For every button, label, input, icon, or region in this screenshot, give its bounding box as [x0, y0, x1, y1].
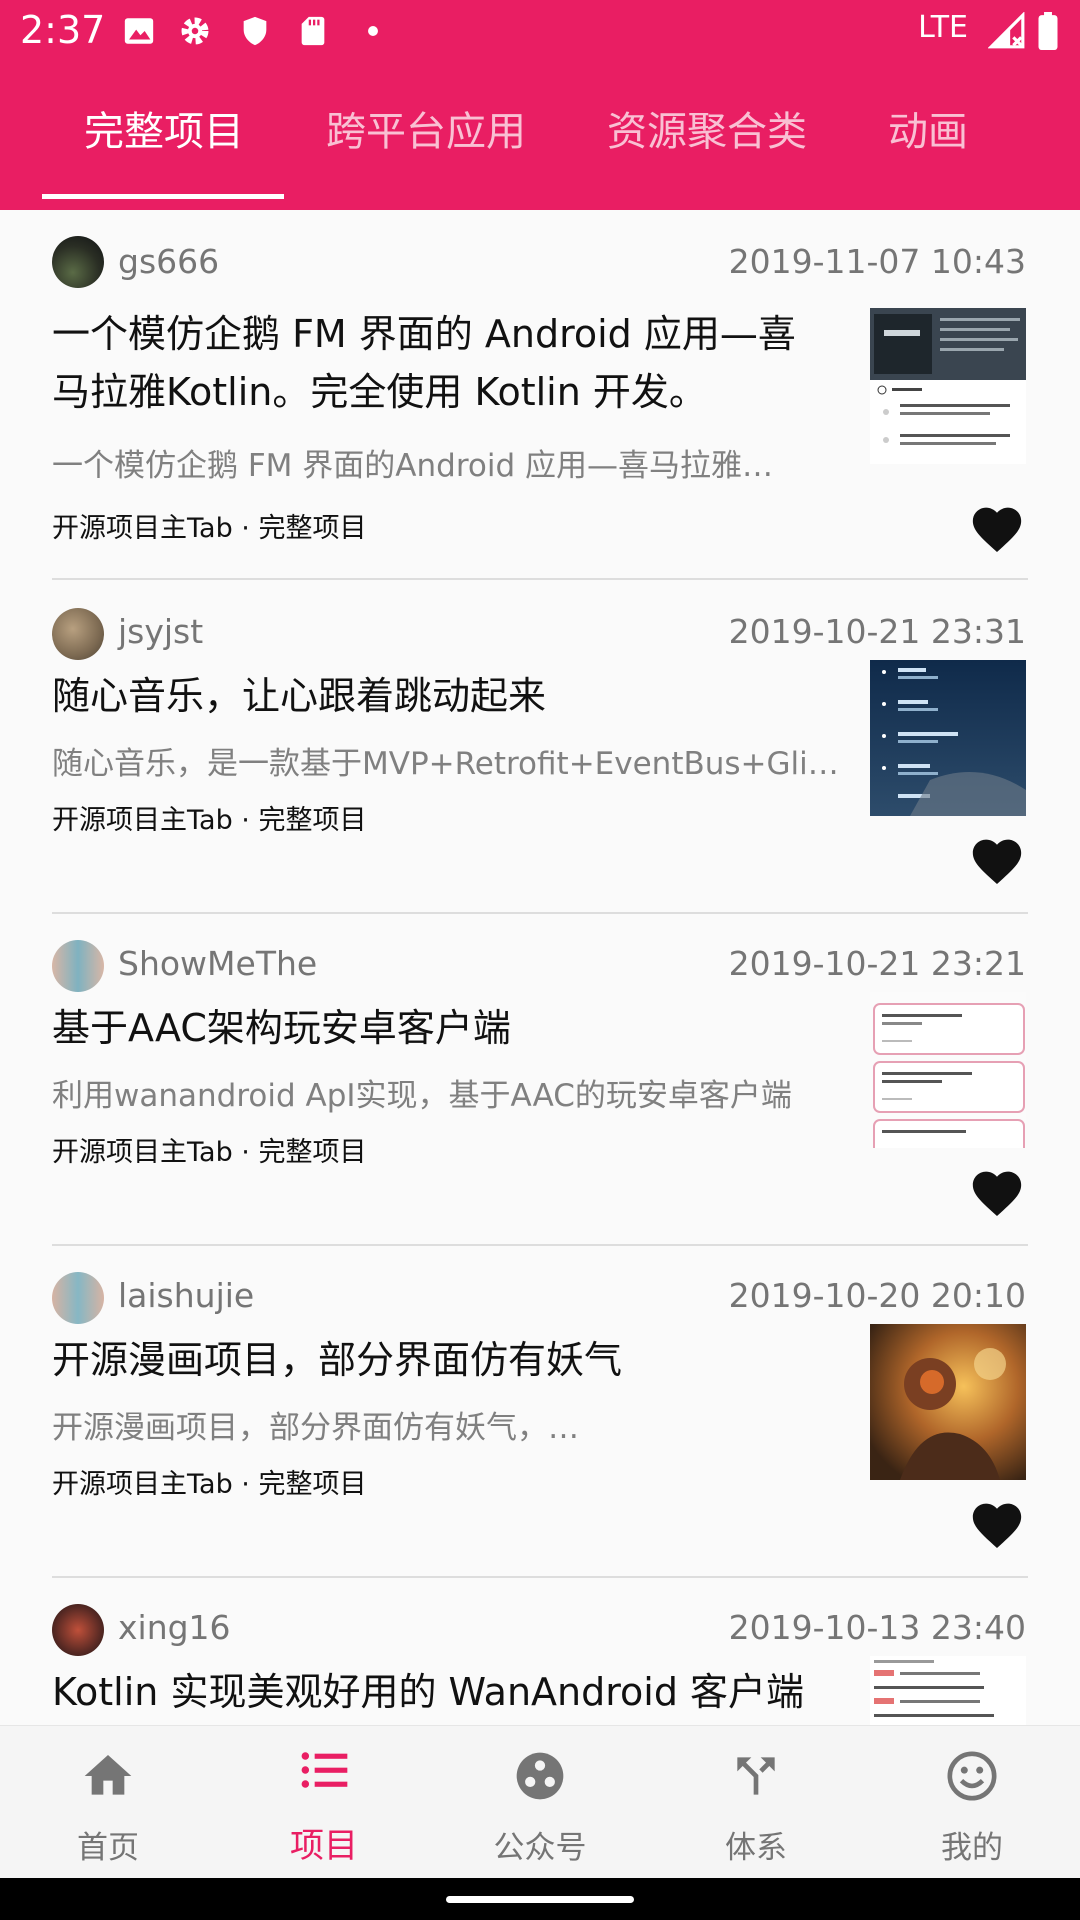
- tab-resource-aggregation[interactable]: 资源聚合类: [607, 102, 807, 162]
- dot-icon: [368, 26, 378, 36]
- group-icon: [516, 1752, 564, 1800]
- item-description: 一个模仿企鹅 FM 界面的Android 应用—喜马拉雅…: [52, 448, 773, 484]
- status-bar: 2:37 LTE: [0, 0, 1080, 62]
- shield-icon: [243, 16, 267, 46]
- item-description: 开源漫画项目，部分界面仿有妖气，…: [52, 1410, 579, 1446]
- author-name[interactable]: jsyjst: [118, 612, 203, 651]
- avatar: [52, 236, 104, 288]
- author-name[interactable]: gs666: [118, 242, 219, 281]
- tab-cross-platform[interactable]: 跨平台应用: [326, 102, 526, 162]
- nav-projects[interactable]: 项目: [216, 1726, 432, 1879]
- battery-icon: [1038, 12, 1058, 50]
- avatar: [52, 1604, 104, 1656]
- network-type: LTE: [918, 10, 968, 45]
- list-icon: [301, 1752, 348, 1788]
- author-name[interactable]: laishujie: [118, 1276, 254, 1315]
- publish-date: 2019-11-07 10:43: [728, 242, 1026, 281]
- nav-official-accounts[interactable]: 公众号: [432, 1726, 648, 1879]
- nav-mine[interactable]: 我的: [864, 1726, 1080, 1879]
- status-time: 2:37: [20, 8, 106, 52]
- item-chapter[interactable]: 开源项目主Tab · 完整项目: [52, 798, 366, 837]
- item-description: 随心音乐，是一款基于MVP+Retrofit+EventBus+Gli…: [52, 746, 839, 782]
- project-list[interactable]: gs666 2019-11-07 10:43 一个模仿企鹅 FM 界面的 And…: [0, 210, 1080, 1725]
- project-thumbnail: [870, 992, 1026, 1148]
- project-thumbnail: [870, 1656, 1026, 1725]
- nav-label: 我的: [941, 1830, 1003, 1866]
- item-title: 基于AAC架构玩安卓客户端: [52, 1006, 511, 1050]
- item-chapter[interactable]: 开源项目主Tab · 完整项目: [52, 1462, 366, 1501]
- settings-icon: [181, 17, 209, 45]
- project-thumbnail: [870, 308, 1026, 464]
- list-item[interactable]: gs666 2019-11-07 10:43 一个模仿企鹅 FM 界面的 And…: [0, 210, 1080, 580]
- project-thumbnail: [870, 1324, 1026, 1480]
- nav-system[interactable]: 体系: [648, 1726, 864, 1879]
- item-title: 一个模仿企鹅 FM 界面的 Android 应用—喜马拉雅Kotlin。完全使用…: [52, 312, 796, 414]
- item-chapter[interactable]: 开源项目主Tab · 完整项目: [52, 506, 366, 545]
- tab-bar: 完整项目 跨平台应用 资源聚合类 动画: [0, 62, 1080, 210]
- list-item[interactable]: jsyjst 2019-10-21 23:31 随心音乐，让心跟着跳动起来 随心…: [0, 582, 1080, 914]
- signal-icon: [988, 12, 1025, 49]
- item-description: 利用wanandroid ApI实现，基于AAC的玩安卓客户端: [52, 1078, 792, 1114]
- publish-date: 2019-10-21 23:31: [728, 612, 1026, 651]
- avatar: [52, 1272, 104, 1324]
- project-thumbnail: [870, 660, 1026, 816]
- tab-complete-projects[interactable]: 完整项目: [84, 102, 244, 162]
- nav-label: 体系: [725, 1830, 787, 1866]
- favorite-heart-icon[interactable]: [968, 500, 1026, 554]
- nav-label: 首页: [77, 1830, 139, 1866]
- item-title: Kotlin 实现美观好用的 WanAndroid 客户端: [52, 1670, 805, 1714]
- image-icon: [124, 18, 154, 44]
- home-icon: [84, 1755, 132, 1795]
- publish-date: 2019-10-13 23:40: [728, 1608, 1026, 1647]
- tab-animation[interactable]: 动画: [888, 102, 968, 162]
- avatar: [52, 940, 104, 992]
- sd-card-icon: [301, 16, 325, 46]
- avatar: [52, 608, 104, 660]
- publish-date: 2019-10-21 23:21: [728, 944, 1026, 983]
- smiley-icon: [947, 1751, 997, 1801]
- favorite-heart-icon[interactable]: [968, 1164, 1026, 1218]
- item-title: 开源漫画项目，部分界面仿有妖气: [52, 1338, 623, 1382]
- item-divider: [52, 578, 1028, 580]
- publish-date: 2019-10-20 20:10: [728, 1276, 1026, 1315]
- list-item[interactable]: xing16 2019-10-13 23:40 Kotlin 实现美观好用的 W…: [0, 1578, 1080, 1725]
- author-name[interactable]: xing16: [118, 1608, 231, 1647]
- item-title: 随心音乐，让心跟着跳动起来: [52, 674, 547, 718]
- author-name[interactable]: ShowMeThe: [118, 944, 317, 983]
- nav-label: 项目: [290, 1826, 358, 1866]
- list-item[interactable]: laishujie 2019-10-20 20:10 开源漫画项目，部分界面仿有…: [0, 1246, 1080, 1578]
- nav-label: 公众号: [493, 1830, 587, 1866]
- nav-home[interactable]: 首页: [0, 1726, 216, 1879]
- favorite-heart-icon[interactable]: [968, 832, 1026, 886]
- item-chapter[interactable]: 开源项目主Tab · 完整项目: [52, 1130, 366, 1169]
- fork-icon: [737, 1757, 775, 1795]
- tab-indicator: [42, 194, 284, 199]
- system-navigation-bar: [0, 1878, 1080, 1920]
- bottom-navigation: 首页 项目 公众号 体系 我的: [0, 1725, 1080, 1879]
- favorite-heart-icon[interactable]: [968, 1496, 1026, 1550]
- list-item[interactable]: ShowMeThe 2019-10-21 23:21 基于AAC架构玩安卓客户端…: [0, 914, 1080, 1246]
- home-gesture-bar[interactable]: [446, 1896, 634, 1903]
